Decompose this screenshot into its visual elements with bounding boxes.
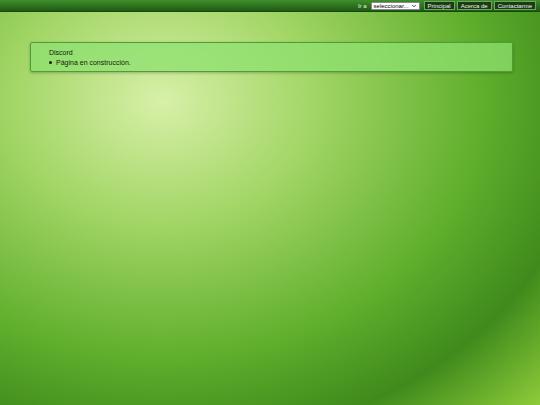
goto-label: Ir a bbox=[358, 3, 367, 9]
page: Ir a seleccionar... PrincipalAcerca deCont… bbox=[0, 0, 540, 405]
nav-button[interactable]: Principal bbox=[424, 1, 455, 10]
goto-select[interactable]: seleccionar... bbox=[371, 2, 420, 10]
nav-button[interactable]: Contactarme bbox=[494, 1, 536, 10]
goto-select-value: seleccionar... bbox=[374, 3, 409, 9]
chevron-down-icon bbox=[411, 3, 417, 9]
content-panel: DiscordPágina en construcción. bbox=[30, 42, 513, 72]
top-bar: Ir a seleccionar... PrincipalAcerca deCont… bbox=[0, 0, 540, 12]
panel-title: Discord bbox=[49, 48, 506, 57]
bullet-icon bbox=[49, 61, 52, 64]
panel-list-item: Página en construcción. bbox=[49, 58, 506, 67]
nav-button[interactable]: Acerca de bbox=[457, 1, 492, 10]
